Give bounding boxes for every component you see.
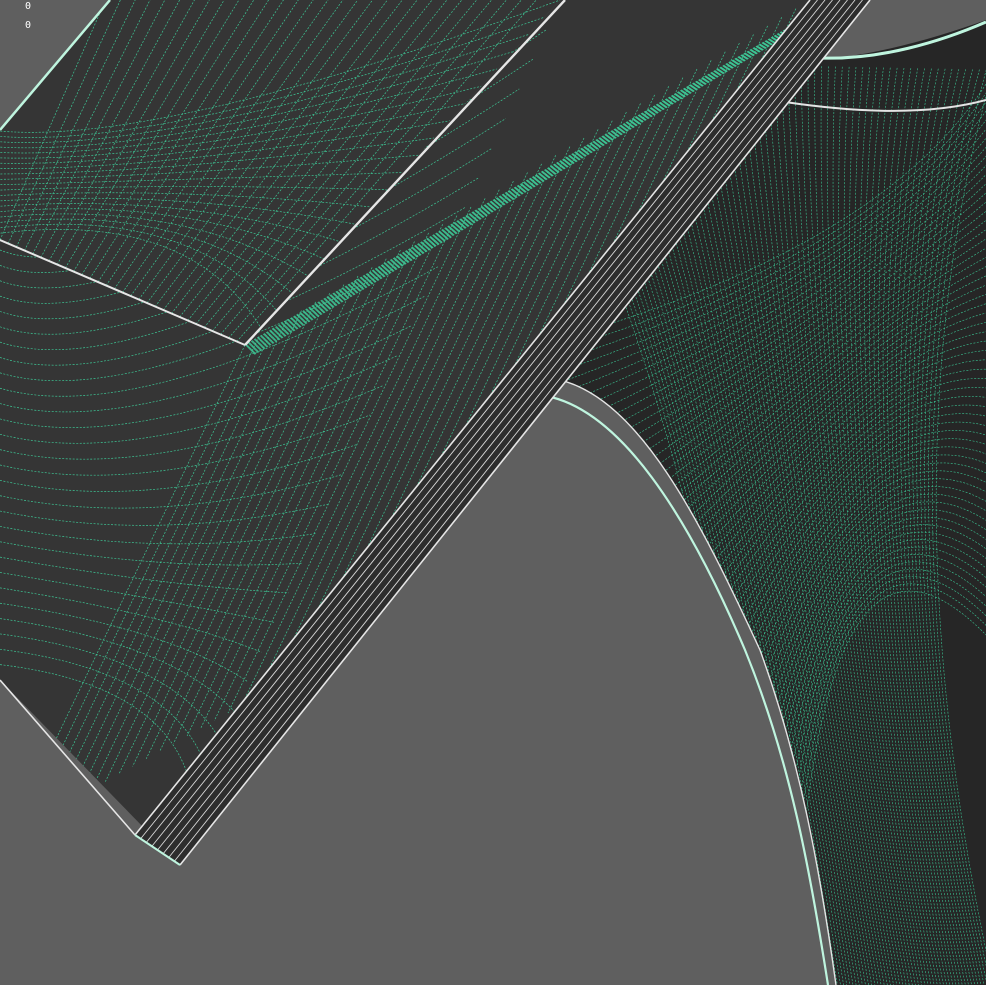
viewport-stats: 0 0 (25, 0, 31, 35)
wireframe-scene[interactable] (0, 0, 986, 985)
stats-line-1: 0 (25, 1, 32, 12)
stats-line-2: 0 (25, 20, 32, 31)
3d-viewport[interactable]: 0 0 (0, 0, 986, 985)
